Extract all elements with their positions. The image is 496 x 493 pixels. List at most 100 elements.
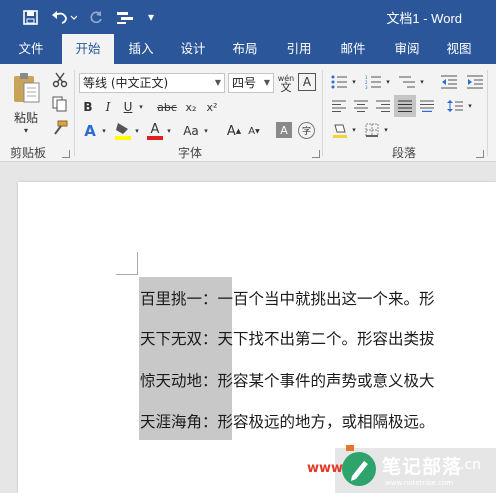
chevron-down-icon[interactable]: ▾	[350, 120, 358, 140]
chevron-down-icon[interactable]: ▾	[384, 73, 392, 91]
shrink-font-label: A	[248, 125, 256, 137]
group-separator	[74, 70, 75, 156]
borders-icon[interactable]	[362, 120, 382, 140]
window-title: 文档1 - Word	[386, 11, 462, 26]
font-name-dropdown[interactable]: 等线 (中文正文) ▼	[79, 73, 225, 93]
underline-button[interactable]: U	[120, 97, 136, 117]
phonetic-guide-button[interactable]: wén 文	[276, 71, 296, 95]
font-name-value: 等线 (中文正文)	[83, 76, 169, 90]
format-painter-icon[interactable]	[50, 118, 70, 138]
watermark-url: www.notetribe.com	[385, 479, 454, 487]
ribbon-tabs: 文件 开始 插入 设计 布局 引用 邮件 审阅 视图	[0, 34, 496, 64]
align-left-icon[interactable]	[330, 97, 348, 115]
watermark-www: www	[307, 461, 344, 476]
tab-design[interactable]: 设计	[170, 34, 216, 64]
font-launcher-icon[interactable]	[312, 150, 320, 158]
watermark-suffix: .cn	[460, 457, 482, 473]
separator: ：	[202, 372, 218, 390]
chevron-down-icon[interactable]: ▾	[350, 73, 358, 91]
chevron-down-icon[interactable]: ▾	[133, 120, 141, 142]
chevron-down-icon: ▼	[263, 78, 270, 87]
shrink-font-button[interactable]: A ▼	[246, 120, 262, 142]
idiom-definition: 形容极远的地方，或相隔极远。	[217, 413, 435, 431]
character-shading-button[interactable]: A	[276, 122, 292, 138]
cut-icon[interactable]	[50, 70, 70, 90]
group-separator	[487, 70, 488, 156]
tab-view[interactable]: 视图	[436, 34, 482, 64]
document-line[interactable]: 天下无双：天下找不出第二个。形容出类拔	[140, 327, 435, 349]
redo-icon[interactable]	[84, 6, 106, 28]
subscript-button[interactable]: x₂	[182, 97, 200, 117]
title-bar: ▾ 文档1 - Word	[0, 0, 496, 34]
paste-icon[interactable]	[8, 68, 44, 108]
tab-insert[interactable]: 插入	[118, 34, 164, 64]
margin-corner-mark	[116, 274, 138, 275]
separator: ：	[202, 330, 218, 348]
ribbon: 粘贴 ▾ 剪贴板 等线 (中文正文) ▼ 四号 ▼ wén 文 A B I U …	[0, 64, 496, 162]
highlight-color-icon[interactable]	[113, 120, 133, 142]
strikethrough-button[interactable]: abc	[154, 97, 180, 117]
clipboard-launcher-icon[interactable]	[62, 150, 70, 158]
customize-qat-icon[interactable]: ▾	[142, 6, 160, 28]
font-color-icon[interactable]: A	[145, 120, 165, 142]
bold-button[interactable]: B	[80, 97, 96, 117]
document-line[interactable]: 惊天动地：形容某个事件的声势或意义极大	[140, 369, 435, 391]
text-effects-icon[interactable]: A	[80, 120, 100, 142]
paste-dropdown-icon[interactable]: ▾	[14, 124, 38, 136]
chevron-down-icon[interactable]: ▾	[382, 120, 390, 140]
change-case-button[interactable]: Aa	[180, 120, 202, 142]
watermark-name: 笔记部落	[382, 456, 463, 478]
paragraph-launcher-icon[interactable]	[476, 150, 484, 158]
increase-indent-icon[interactable]	[464, 73, 486, 91]
document-line[interactable]: 百里挑一：一百个当中就挑出这一个来。形	[140, 287, 435, 309]
tab-references[interactable]: 引用	[276, 34, 322, 64]
copy-icon[interactable]	[50, 94, 70, 114]
chevron-down-icon: ▼	[214, 78, 221, 87]
shading-icon[interactable]	[330, 120, 350, 140]
tab-home[interactable]: 开始	[62, 34, 114, 64]
enclose-characters-button[interactable]: 字	[298, 122, 315, 139]
font-group-label: 字体	[178, 146, 203, 160]
touch-mode-icon[interactable]	[112, 6, 138, 28]
grow-font-button[interactable]: A ▲	[226, 120, 242, 142]
italic-button[interactable]: I	[100, 97, 116, 117]
tab-review[interactable]: 审阅	[384, 34, 430, 64]
idiom-definition: 一百个当中就挑出这一个来。形	[217, 290, 435, 308]
character-border-button[interactable]: A	[298, 73, 316, 91]
watermark-accent	[346, 445, 354, 451]
justify-icon[interactable]	[394, 95, 416, 117]
align-right-icon[interactable]	[374, 97, 392, 115]
chevron-down-icon[interactable]: ▾	[418, 73, 426, 91]
grow-font-label: A	[226, 123, 236, 139]
multilevel-list-icon[interactable]	[396, 73, 418, 91]
chevron-down-icon[interactable]: ▾	[202, 120, 210, 142]
superscript-button[interactable]: x²	[203, 97, 221, 117]
distributed-icon[interactable]	[418, 97, 436, 115]
chevron-down-icon[interactable]: ▾	[466, 97, 474, 115]
chevron-down-icon[interactable]: ▾	[100, 120, 108, 142]
chevron-down-icon[interactable]: ▾	[165, 120, 173, 142]
idiom-term: 百里挑一	[140, 290, 203, 308]
undo-icon[interactable]	[48, 6, 80, 28]
group-separator	[322, 70, 323, 156]
line-spacing-icon[interactable]	[444, 97, 466, 115]
svg-text:3: 3	[365, 85, 368, 89]
decrease-indent-icon[interactable]	[438, 73, 460, 91]
align-center-icon[interactable]	[352, 97, 370, 115]
paragraph-group-label: 段落	[392, 146, 417, 160]
save-icon[interactable]	[18, 6, 42, 28]
separator: ：	[202, 413, 218, 431]
underline-dropdown-icon[interactable]: ▾	[136, 97, 146, 117]
idiom-definition: 形容某个事件的声势或意义极大	[217, 372, 435, 390]
font-size-dropdown[interactable]: 四号 ▼	[228, 73, 274, 93]
document-line[interactable]: 天涯海角：形容极远的地方，或相隔极远。	[140, 410, 435, 432]
margin-corner-mark	[137, 252, 138, 274]
tab-layout[interactable]: 布局	[222, 34, 268, 64]
idiom-definition: 天下找不出第二个。形容出类拔	[217, 330, 435, 348]
clipboard-group-label: 剪贴板	[10, 146, 47, 160]
tab-file[interactable]: 文件	[6, 34, 56, 64]
bullets-icon[interactable]	[328, 73, 350, 91]
numbering-icon[interactable]: 123	[362, 73, 384, 91]
phonetic-guide-char: 文	[280, 81, 292, 94]
tab-mailings[interactable]: 邮件	[330, 34, 376, 64]
